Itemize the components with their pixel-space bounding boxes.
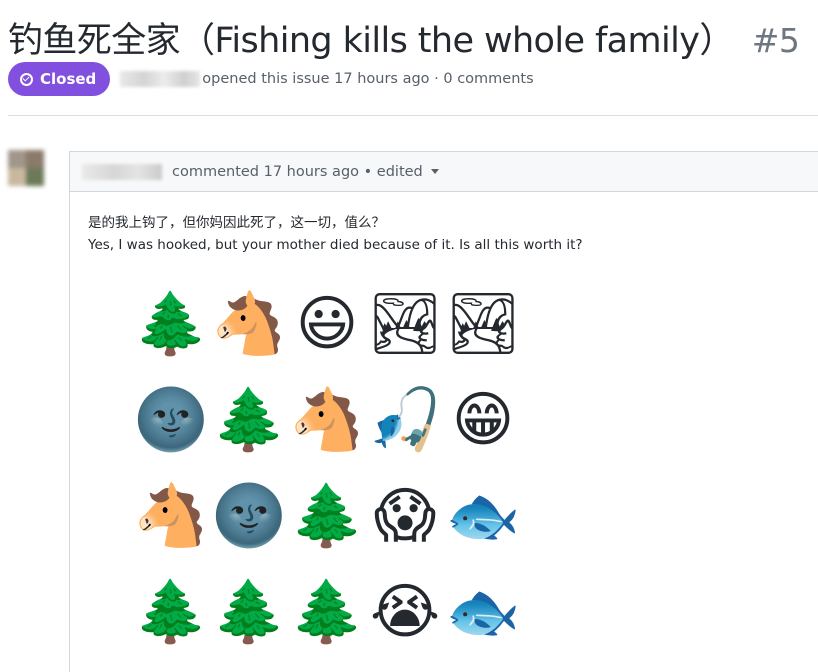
horse-face-icon: 🐴 (289, 385, 365, 455)
comment-line-zh: 是的我上钩了，但你妈因此死了，这一切，值么？ (88, 215, 385, 231)
national-park-icon: 🏞 (444, 289, 522, 359)
emoji-grid: 🌲 🐴 😃 🏞 🏞 🌚 🌲 🐴 🎣 😁 🐴 🌚 🌲 😱 🐟 🌲 🌲 🌲 😭 🐟 (132, 276, 532, 660)
emoji-row: 🌲 🐴 😃 🏞 🏞 (132, 276, 532, 372)
comment-meta-text: commented 17 hours ago • edited (172, 163, 423, 180)
national-park-icon: 🏞 (366, 289, 444, 359)
grinning-teeth-face-icon: 😁 (451, 385, 515, 455)
horse-face-icon: 🐴 (211, 289, 287, 359)
issue-meta-text: opened this issue 17 hours ago · 0 comme… (202, 71, 534, 87)
evergreen-tree-icon: 🌲 (211, 577, 287, 647)
commenter-link-redacted[interactable] (82, 163, 162, 180)
horse-face-icon: 🐴 (133, 481, 209, 551)
evergreen-tree-icon: 🌲 (211, 385, 287, 455)
evergreen-tree-icon: 🌲 (133, 577, 209, 647)
author-link-redacted[interactable] (120, 71, 201, 87)
screaming-face-icon: 😱 (373, 481, 437, 551)
comment-line-en: Yes, I was hooked, but your mother died … (88, 237, 583, 253)
crying-face-icon: 😭 (369, 577, 441, 647)
comment-box: commented 17 hours ago • edited 是的我上钩了，但… (69, 151, 818, 672)
check-circle-icon (20, 72, 33, 86)
new-moon-face-icon: 🌚 (211, 481, 287, 551)
avatar[interactable] (8, 150, 44, 186)
evergreen-tree-icon: 🌲 (289, 577, 365, 647)
fish-icon: 🐟 (445, 577, 521, 647)
emoji-row: 🌲 🌲 🌲 😭 🐟 (132, 564, 532, 660)
fish-icon: 🐟 (445, 481, 521, 551)
comment-header: commented 17 hours ago • edited (70, 152, 818, 192)
issue-number: #5 (751, 21, 800, 60)
issue-meta: Closed opened this issue 17 hours ago · … (8, 62, 534, 96)
state-label: Closed (40, 70, 97, 88)
comment-meta[interactable]: commented 17 hours ago • edited (172, 164, 439, 180)
chevron-down-icon[interactable] (430, 169, 439, 174)
comment-body: 是的我上钩了，但你妈因此死了，这一切，值么？ Yes, I was hooked… (70, 192, 818, 256)
divider (8, 115, 818, 116)
grinning-face-icon: 😃 (295, 289, 359, 359)
new-moon-face-icon: 🌚 (133, 385, 209, 455)
evergreen-tree-icon: 🌲 (133, 289, 209, 359)
closed-state-badge: Closed (8, 62, 111, 96)
issue-title: 钓鱼死全家（Fishing kills the whole family） #5 (8, 12, 800, 63)
evergreen-tree-icon: 🌲 (289, 481, 365, 551)
issue-title-text: 钓鱼死全家（Fishing kills the whole family） (8, 21, 734, 61)
fishing-pole-icon: 🎣 (367, 385, 443, 455)
emoji-row: 🐴 🌚 🌲 😱 🐟 (132, 468, 532, 564)
emoji-row: 🌚 🌲 🐴 🎣 😁 (132, 372, 532, 468)
